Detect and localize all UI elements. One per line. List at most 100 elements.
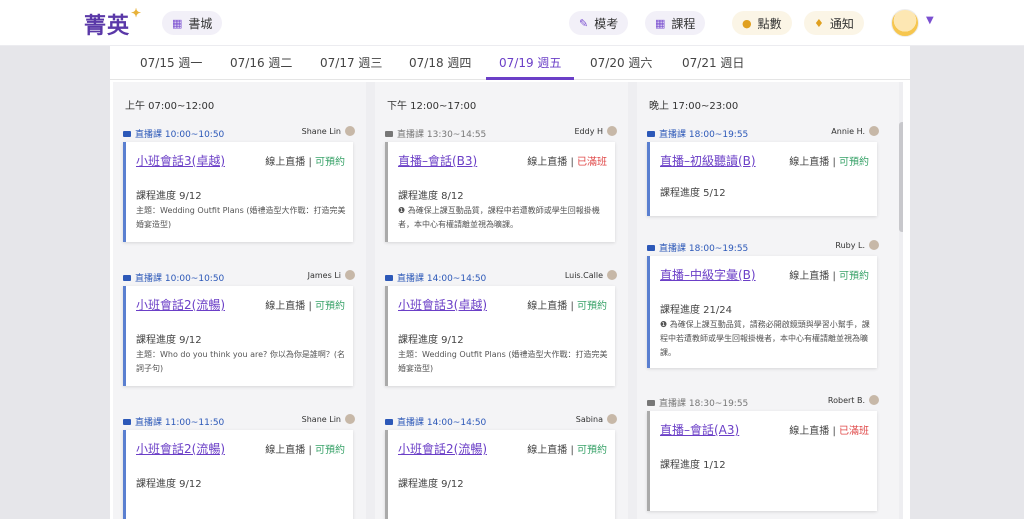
course-progress: 課程進度 21/24 (660, 305, 732, 316)
class-card[interactable]: 小班會話2(流暢) 線上直播 | 可預約 課程進度 9/12 主題：Who do… (123, 286, 353, 386)
class-status: 線上直播 | 可預約 (789, 157, 869, 168)
class-card[interactable]: 小班會話3(卓越) 線上直播 | 可預約 課程進度 9/12 主題：Weddin… (123, 142, 353, 242)
chevron-down-icon[interactable]: ▼ (926, 15, 934, 26)
teacher-name: Ruby L. (835, 241, 865, 250)
brand-logo[interactable]: 菁英 ✦ (84, 6, 141, 40)
video-icon (123, 275, 131, 281)
class-notice: ❶ 為確保上課互動品質，請務必開啟鏡頭與學習小幫手，課程中若遭教師或學生回報掛機… (660, 320, 870, 357)
class-topic: 主題：Who do you think you are? 你以為你是誰啊？(名詞… (136, 350, 345, 373)
course-progress: 課程進度 9/12 (136, 479, 202, 490)
session-header: 直播課 18:00~19:55 Ruby L. (647, 240, 879, 254)
live-time: 直播課 18:30~19:55 (647, 396, 748, 409)
pencil-icon: ✎ (579, 16, 589, 30)
live-time: 直播課 11:00~11:50 (123, 415, 224, 428)
class-card[interactable]: 直播–會話(A3) 線上直播 | 已滿班 課程進度 1/12 (647, 411, 877, 511)
teacher-avatar (607, 414, 617, 424)
class-status: 線上直播 | 已滿班 (527, 157, 607, 168)
class-status: 線上直播 | 可預約 (527, 445, 607, 456)
bookstore-label: 書城 (188, 16, 213, 31)
column-morning: 上午 07:00~12:00 直播課 10:00~10:50 Shane Lin… (113, 82, 366, 519)
live-time: 直播課 13:30~14:55 (385, 127, 486, 140)
class-card[interactable]: 小班會話3(卓越) 線上直播 | 可預約 課程進度 9/12 主題：Weddin… (385, 286, 615, 386)
points-button[interactable]: ● 點數 (732, 11, 792, 35)
tab-0716[interactable]: 07/16 週二 (230, 54, 292, 71)
teacher-name: Annie H. (831, 127, 865, 136)
class-status: 線上直播 | 可預約 (265, 301, 345, 312)
class-card[interactable]: 小班會話2(流暢) 線上直播 | 可預約 課程進度 9/12 (385, 430, 615, 519)
teacher-avatar (607, 270, 617, 280)
class-title-link[interactable]: 直播–會話(A3) (660, 421, 739, 438)
class-status: 線上直播 | 可預約 (265, 157, 345, 168)
live-time: 直播課 14:00~14:50 (385, 271, 486, 284)
courses-label: 課程 (671, 16, 696, 31)
course-progress: 課程進度 9/12 (398, 479, 464, 490)
teacher-name: Eddy H (574, 127, 603, 136)
class-status: 線上直播 | 已滿班 (789, 426, 869, 437)
bookstore-button[interactable]: ▦ 書城 (162, 11, 223, 35)
class-title-link[interactable]: 小班會話2(流暢) (136, 440, 225, 457)
live-time: 直播課 18:00~19:55 (647, 241, 748, 254)
video-icon (647, 400, 655, 406)
user-avatar[interactable] (891, 9, 919, 37)
vertical-scrollbar[interactable] (899, 122, 903, 232)
class-title-link[interactable]: 小班會話2(流暢) (136, 296, 225, 313)
class-title-link[interactable]: 直播–中級字彙(B) (660, 266, 756, 283)
tab-0715[interactable]: 07/15 週一 (140, 54, 202, 71)
teacher-name: Sabina (575, 415, 603, 424)
class-title-link[interactable]: 小班會話2(流暢) (398, 440, 487, 457)
active-tab-indicator (486, 77, 574, 80)
session-header: 直播課 14:00~14:50 Luis.Calle (385, 270, 617, 284)
video-icon (385, 131, 393, 137)
course-progress: 課程進度 1/12 (660, 460, 726, 471)
class-title-link[interactable]: 小班會話3(卓越) (136, 152, 225, 169)
notifications-button[interactable]: ♦ 通知 (804, 11, 864, 35)
session-header: 直播課 18:00~19:55 Annie H. (647, 126, 879, 140)
teacher-avatar (869, 126, 879, 136)
day-tabs: 07/15 週一 07/16 週二 07/17 週三 07/18 週四 07/1… (110, 46, 910, 80)
session-header: 直播課 10:00~10:50 James Li (123, 270, 355, 284)
course-progress: 課程進度 9/12 (398, 335, 464, 346)
tab-0720[interactable]: 07/20 週六 (590, 54, 652, 71)
bell-icon: ♦ (814, 16, 824, 30)
video-icon (647, 131, 655, 137)
teacher-avatar (345, 414, 355, 424)
tab-0718[interactable]: 07/18 週四 (409, 54, 471, 71)
class-card[interactable]: 小班會話2(流暢) 線上直播 | 可預約 課程進度 9/12 (123, 430, 353, 519)
class-title-link[interactable]: 直播–初級聽讀(B) (660, 152, 756, 169)
course-progress: 課程進度 5/12 (660, 188, 726, 199)
teacher-name: James Li (307, 271, 341, 280)
class-card[interactable]: 直播–會話(B3) 線上直播 | 已滿班 課程進度 8/12 ❶ 為確保上課互動… (385, 142, 615, 242)
mock-exam-button[interactable]: ✎ 模考 (569, 11, 629, 35)
session-header: 直播課 18:30~19:55 Robert B. (647, 395, 879, 409)
coin-icon: ● (742, 16, 752, 30)
mock-exam-label: 模考 (594, 16, 619, 31)
tab-0717[interactable]: 07/17 週三 (320, 54, 382, 71)
notifications-label: 通知 (829, 16, 854, 31)
teacher-name: Luis.Calle (564, 271, 603, 280)
courses-button[interactable]: ▦ 課程 (645, 11, 706, 35)
teacher-avatar (345, 126, 355, 136)
column-afternoon: 下午 12:00~17:00 直播課 13:30~14:55 Eddy H 直播… (375, 82, 628, 519)
teacher-name: Robert B. (827, 396, 865, 405)
class-title-link[interactable]: 小班會話3(卓越) (398, 296, 487, 313)
sparkle-icon: ✦ (130, 6, 143, 20)
column-title: 上午 07:00~12:00 (125, 101, 215, 112)
store-icon: ▦ (172, 16, 183, 30)
class-card[interactable]: 直播–中級字彙(B) 線上直播 | 可預約 課程進度 21/24 ❶ 為確保上課… (647, 256, 877, 368)
session-header: 直播課 11:00~11:50 Shane Lin (123, 414, 355, 428)
class-status: 線上直播 | 可預約 (527, 301, 607, 312)
column-title: 晚上 17:00~23:00 (649, 101, 739, 112)
schedule-panel: 07/15 週一 07/16 週二 07/17 週三 07/18 週四 07/1… (110, 46, 910, 519)
column-evening: 晚上 17:00~23:00 直播課 18:00~19:55 Annie H. … (637, 82, 899, 519)
class-title-link[interactable]: 直播–會話(B3) (398, 152, 477, 169)
tab-0719[interactable]: 07/19 週五 (499, 54, 561, 71)
tab-0721[interactable]: 07/21 週日 (682, 54, 744, 71)
live-time: 直播課 14:00~14:50 (385, 415, 486, 428)
teacher-avatar (345, 270, 355, 280)
calendar-icon: ▦ (655, 16, 666, 30)
points-label: 點數 (757, 16, 782, 31)
course-progress: 課程進度 8/12 (398, 191, 464, 202)
teacher-name: Shane Lin (301, 127, 341, 136)
class-card[interactable]: 直播–初級聽讀(B) 線上直播 | 可預約 課程進度 5/12 (647, 142, 877, 216)
video-icon (123, 419, 131, 425)
